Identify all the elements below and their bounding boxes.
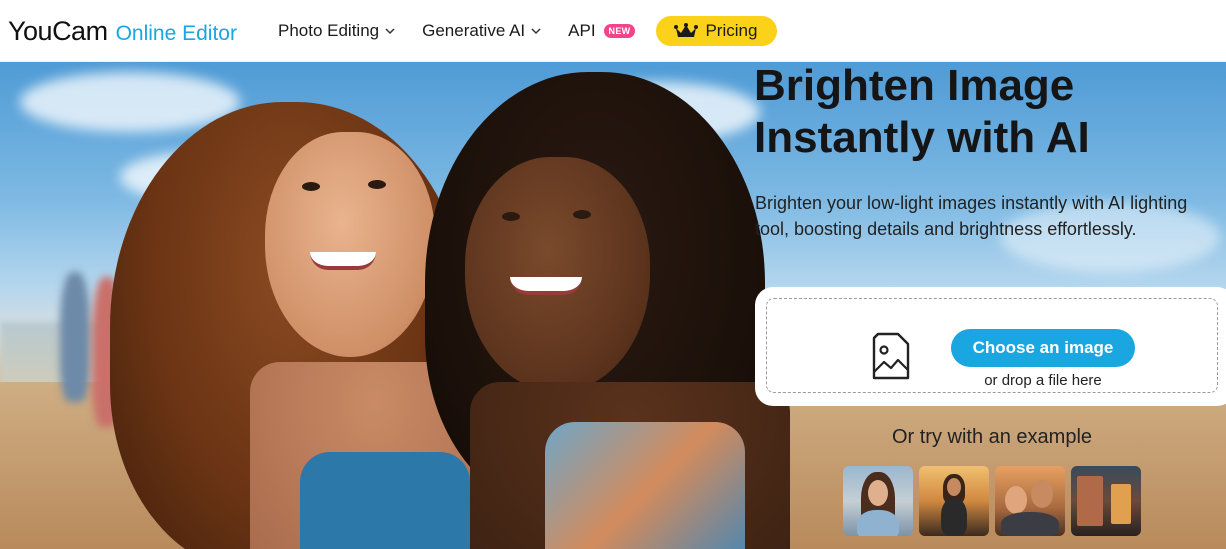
example-thumbnail-4-light xyxy=(1111,484,1131,524)
example-thumbnail-3-face-left xyxy=(1005,486,1027,514)
hero-woman-right-eye xyxy=(502,212,520,221)
drop-file-text: or drop a file here xyxy=(984,372,1102,389)
pricing-label: Pricing xyxy=(705,20,758,40)
example-thumbnail-1-face xyxy=(868,480,888,506)
example-thumbnail-2-face xyxy=(947,478,961,496)
hero-woman-left-eye xyxy=(302,182,320,191)
main-nav: Photo Editing Generative AI API NEW Pric… xyxy=(278,0,778,62)
example-thumbnail-2[interactable] xyxy=(919,466,989,536)
logo-brand: YouCam xyxy=(8,16,108,46)
page: YouCam Online Editor Photo Editing Gener… xyxy=(0,0,1226,549)
upload-dropzone[interactable]: Choose an image or drop a file here xyxy=(766,298,1218,393)
example-thumbnail-3-face-right xyxy=(1031,480,1053,508)
hero-cloud xyxy=(20,72,240,132)
hero-woman-left-eye xyxy=(368,180,386,189)
nav-generative-ai[interactable]: Generative AI xyxy=(422,0,541,62)
page-title: Brighten Image Instantly with AI xyxy=(754,60,1224,164)
example-thumbnail-4-building xyxy=(1077,476,1103,526)
crown-icon xyxy=(674,22,699,37)
hero-woman-left-smile xyxy=(310,252,376,270)
new-badge: NEW xyxy=(603,23,636,38)
example-thumbnail-3[interactable] xyxy=(995,466,1065,536)
choose-image-button[interactable]: Choose an image xyxy=(951,329,1135,367)
nav-api[interactable]: API NEW xyxy=(568,0,636,62)
hero-woman-left-face xyxy=(265,132,435,357)
example-thumbnail-4[interactable] xyxy=(1071,466,1141,536)
hero-woman-left-dress xyxy=(300,452,470,549)
page-title-line2: Instantly with AI xyxy=(754,113,1090,162)
example-thumbnail-1-outfit xyxy=(857,510,899,536)
nav-photo-editing[interactable]: Photo Editing xyxy=(278,0,395,62)
nav-generative-ai-label: Generative AI xyxy=(422,20,526,40)
example-thumbnail-2-outfit xyxy=(941,498,967,536)
hero-woman-right-face xyxy=(465,157,650,392)
try-example-label: Or try with an example xyxy=(891,426,1093,448)
page-description: Brighten your low-light images instantly… xyxy=(755,193,1188,239)
hero-woman-right-eye xyxy=(573,210,591,219)
hero-woman-right-dress xyxy=(545,422,745,549)
example-thumbnail-3-outfit xyxy=(1001,512,1059,536)
example-thumbnails xyxy=(843,466,1147,536)
pricing-button[interactable]: Pricing xyxy=(656,15,778,46)
page-title-line1: Brighten Image xyxy=(754,61,1075,110)
upload-card: Choose an image or drop a file here xyxy=(755,287,1226,406)
logo-subtitle: Online Editor xyxy=(115,22,237,45)
chevron-down-icon xyxy=(385,27,395,34)
hero-background-person xyxy=(60,272,90,402)
image-file-icon xyxy=(872,332,910,380)
example-thumbnail-1[interactable] xyxy=(843,466,913,536)
hero-woman-right-smile xyxy=(510,277,582,295)
chevron-down-icon xyxy=(531,27,541,34)
top-nav-bar: YouCam Online Editor Photo Editing Gener… xyxy=(0,0,1226,62)
nav-photo-editing-label: Photo Editing xyxy=(277,20,380,40)
nav-api-label: API xyxy=(568,20,596,40)
logo[interactable]: YouCam Online Editor xyxy=(8,16,237,47)
